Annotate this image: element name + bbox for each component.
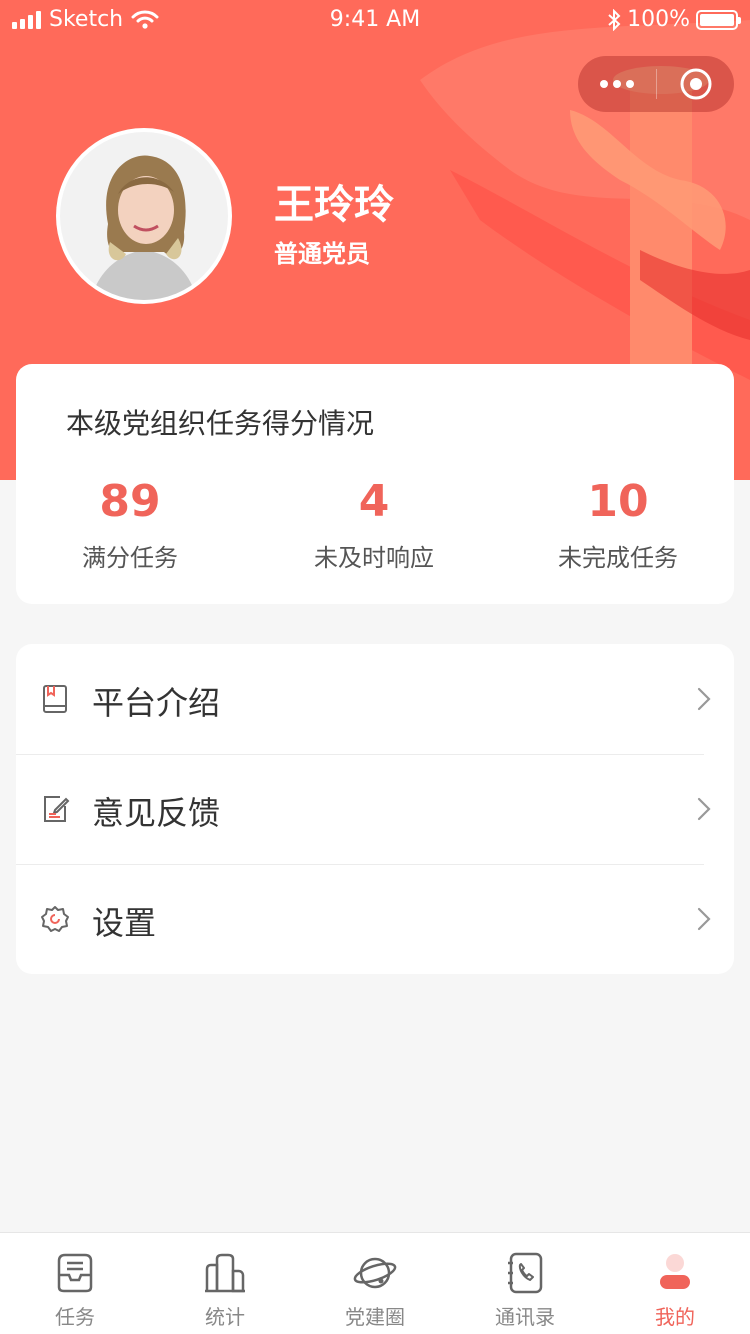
score-value: 10 — [587, 476, 649, 527]
settings-gear-icon — [41, 906, 69, 932]
tab-mine[interactable]: 我的 — [600, 1233, 750, 1334]
status-bar: Sketch 9:41 AM 100% — [0, 0, 750, 40]
score-label: 未完成任务 — [558, 544, 678, 572]
tab-label: 通讯录 — [495, 1305, 555, 1329]
score-unfinished-tasks[interactable]: 10 未完成任务 — [498, 476, 738, 573]
more-dots-icon[interactable] — [578, 56, 656, 112]
score-late-response[interactable]: 4 未及时响应 — [254, 476, 494, 573]
score-value: 89 — [99, 476, 161, 527]
menu-item-label: 平台介绍 — [92, 684, 221, 722]
inbox-icon — [57, 1253, 93, 1293]
status-right: 100% — [607, 7, 741, 32]
bluetooth-icon — [608, 8, 621, 31]
menu-list: 平台介绍 意见反馈 设置 — [16, 644, 734, 974]
target-close-icon[interactable] — [657, 56, 734, 112]
tab-label: 任务 — [55, 1305, 95, 1329]
user-role: 普通党员 — [274, 240, 370, 268]
battery-percent: 100% — [627, 7, 690, 32]
chevron-right-icon — [697, 907, 711, 931]
tab-party-circle[interactable]: 党建圈 — [300, 1233, 450, 1334]
chevron-right-icon — [697, 797, 711, 821]
book-icon — [43, 685, 67, 713]
person-icon — [660, 1254, 690, 1289]
menu-item-feedback[interactable]: 意见反馈 — [16, 754, 734, 864]
menu-item-settings[interactable]: 设置 — [16, 864, 734, 974]
score-label: 未及时响应 — [314, 544, 434, 572]
tab-statistics[interactable]: 统计 — [150, 1233, 300, 1334]
bottom-tab-bar: 任务 统计 党建圈 通讯录 我的 — [0, 1232, 750, 1334]
mini-program-capsule — [578, 56, 734, 112]
score-card-title: 本级党组织任务得分情况 — [66, 407, 375, 440]
score-value: 4 — [358, 476, 390, 527]
avatar-portrait — [60, 132, 228, 300]
score-label: 满分任务 — [82, 544, 178, 572]
tab-label: 统计 — [205, 1305, 245, 1329]
score-summary-card: 本级党组织任务得分情况 89 满分任务 4 未及时响应 10 未完成任务 — [16, 364, 734, 604]
tab-contacts[interactable]: 通讯录 — [450, 1233, 600, 1334]
score-full-tasks[interactable]: 89 满分任务 — [10, 476, 250, 573]
tab-label: 党建圈 — [345, 1305, 405, 1329]
tab-label: 我的 — [655, 1305, 695, 1329]
contacts-phone-icon — [508, 1252, 543, 1294]
menu-item-label: 意见反馈 — [92, 794, 221, 832]
battery-icon — [696, 9, 741, 30]
bar-chart-icon — [205, 1253, 245, 1293]
chevron-right-icon — [697, 687, 711, 711]
feedback-edit-icon — [44, 796, 70, 822]
avatar[interactable] — [56, 128, 232, 304]
menu-item-label: 设置 — [92, 904, 157, 942]
user-name: 王玲玲 — [274, 182, 394, 228]
tab-tasks[interactable]: 任务 — [0, 1233, 150, 1334]
menu-item-platform-intro[interactable]: 平台介绍 — [16, 644, 734, 754]
planet-icon — [353, 1257, 397, 1289]
